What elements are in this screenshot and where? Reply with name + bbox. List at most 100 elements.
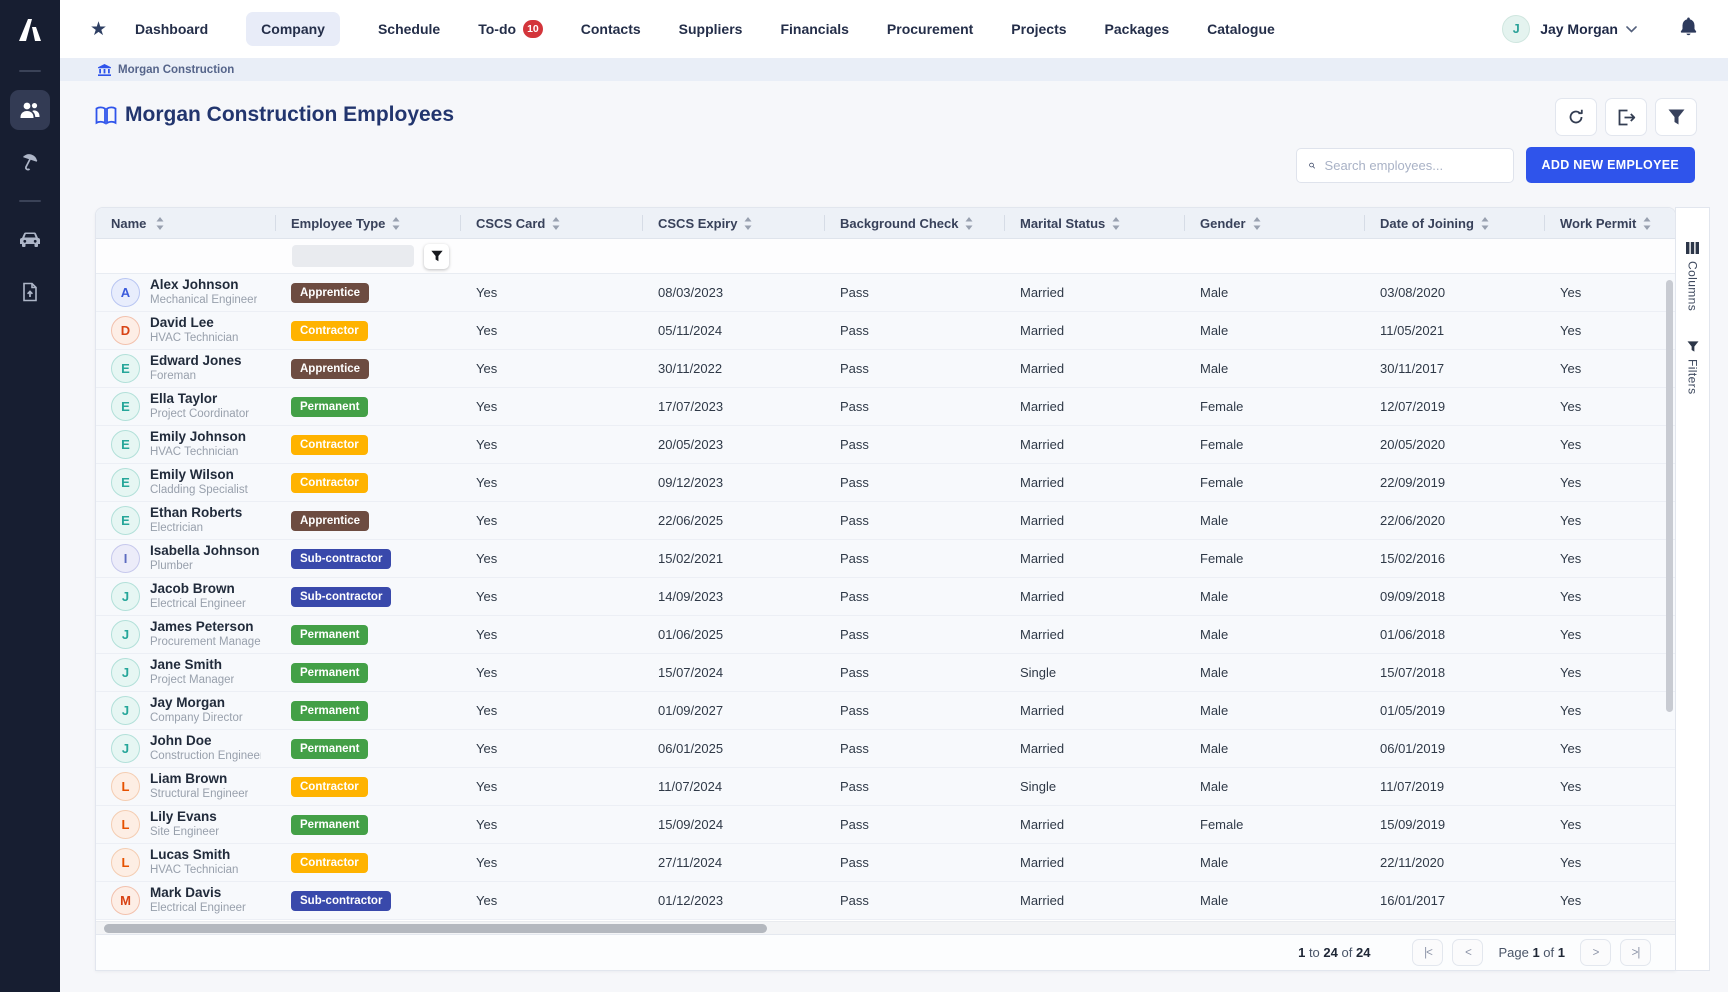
cell-cscs-card: Yes [461, 578, 643, 615]
sort-icon[interactable] [1112, 217, 1120, 230]
sidebar-item-insurance[interactable] [10, 142, 50, 182]
column-header-background-check[interactable]: Background Check [825, 208, 1005, 238]
column-header-cscs-expiry[interactable]: CSCS Expiry [643, 208, 825, 238]
user-menu[interactable]: J Jay Morgan [1502, 15, 1637, 43]
nav-tab-todo[interactable]: To-do 10 [478, 20, 543, 38]
cell-work-permit: Yes [1545, 426, 1675, 463]
columns-panel-tab[interactable]: Columns [1686, 242, 1700, 311]
table-row[interactable]: J Jacob Brown Electrical Engineer Sub-co… [96, 578, 1675, 616]
sort-icon[interactable] [1643, 217, 1651, 230]
grid-tool-panel: Columns Filters [1675, 207, 1710, 971]
sidebar-item-vehicles[interactable] [10, 220, 50, 260]
table-row[interactable]: E Edward Jones Foreman Apprentice Yes 30… [96, 350, 1675, 388]
cell-employee-type: Apprentice [276, 274, 461, 311]
last-page-button[interactable]: >| [1620, 939, 1651, 966]
table-row[interactable]: E Ella Taylor Project Coordinator Perman… [96, 388, 1675, 426]
filters-panel-tab[interactable]: Filters [1686, 341, 1700, 394]
cell-gender: Male [1185, 844, 1365, 881]
refresh-button[interactable] [1555, 98, 1597, 136]
column-header-name[interactable]: Name [96, 208, 276, 238]
sort-icon[interactable] [1481, 217, 1489, 230]
nav-tab-financials[interactable]: Financials [780, 21, 848, 37]
column-header-work-permit[interactable]: Work Permit [1545, 208, 1675, 238]
nav-tab-catalogue[interactable]: Catalogue [1207, 21, 1275, 37]
add-new-employee-button[interactable]: ADD NEW EMPLOYEE [1526, 147, 1695, 183]
nav-tab-schedule[interactable]: Schedule [378, 21, 440, 37]
sidebar-item-employees[interactable] [10, 90, 50, 130]
app-logo[interactable] [0, 0, 60, 58]
cell-cscs-card: Yes [461, 540, 643, 577]
export-button[interactable] [1605, 98, 1647, 136]
table-toolbar: ADD NEW EMPLOYEE [1296, 147, 1695, 183]
cell-name: M Mark Davis Electrical Engineer [96, 882, 276, 919]
table-row[interactable]: E Ethan Roberts Electrician Apprentice Y… [96, 502, 1675, 540]
nav-tab-contacts[interactable]: Contacts [581, 21, 641, 37]
table-row[interactable]: L Lucas Smith HVAC Technician Contractor… [96, 844, 1675, 882]
horizontal-scrollbar-thumb[interactable] [104, 924, 767, 933]
avatar: E [111, 506, 140, 535]
table-row[interactable]: D David Lee HVAC Technician Contractor Y… [96, 312, 1675, 350]
columns-icon [1686, 242, 1699, 254]
column-header-marital-status[interactable]: Marital Status [1005, 208, 1185, 238]
first-page-button[interactable]: |< [1412, 939, 1443, 966]
sort-icon[interactable] [392, 217, 400, 230]
nav-tab-company[interactable]: Company [246, 12, 340, 46]
nav-tab-packages[interactable]: Packages [1105, 21, 1170, 37]
employee-type-badge: Contractor [291, 435, 368, 455]
table-row[interactable]: L Lily Evans Site Engineer Permanent Yes… [96, 806, 1675, 844]
employee-role: HVAC Technician [150, 864, 238, 878]
breadcrumb-company-link[interactable]: Morgan Construction [118, 64, 234, 76]
column-header-date-of-joining[interactable]: Date of Joining [1365, 208, 1545, 238]
cell-cscs-card: Yes [461, 806, 643, 843]
cell-marital-status: Married [1005, 730, 1185, 767]
notifications-bell-icon[interactable] [1679, 16, 1698, 42]
cell-cscs-expiry: 11/07/2024 [643, 768, 825, 805]
cell-gender: Male [1185, 768, 1365, 805]
employee-type-filter-button[interactable] [424, 244, 449, 269]
cell-cscs-expiry: 17/07/2023 [643, 388, 825, 425]
cell-name: A Alex Johnson Mechanical Engineer [96, 274, 276, 311]
cell-background-check: Pass [825, 426, 1005, 463]
avatar: L [111, 848, 140, 877]
next-page-button[interactable]: > [1580, 939, 1611, 966]
avatar: J [111, 658, 140, 687]
column-header-gender[interactable]: Gender [1185, 208, 1365, 238]
table-row[interactable]: I Isabella Johnson Plumber Sub-contracto… [96, 540, 1675, 578]
cell-background-check: Pass [825, 882, 1005, 919]
sort-icon[interactable] [1253, 217, 1261, 230]
filter-button[interactable] [1655, 98, 1697, 136]
table-row[interactable]: J John Doe Construction Engineer Permane… [96, 730, 1675, 768]
column-header-cscs-card[interactable]: CSCS Card [461, 208, 643, 238]
cell-name: I Isabella Johnson Plumber [96, 540, 276, 577]
table-row[interactable]: E Emily Johnson HVAC Technician Contract… [96, 426, 1675, 464]
nav-tab-procurement[interactable]: Procurement [887, 21, 973, 37]
vertical-scrollbar-thumb[interactable] [1666, 280, 1673, 712]
sort-icon[interactable] [552, 217, 560, 230]
table-row[interactable]: A Alex Johnson Mechanical Engineer Appre… [96, 274, 1675, 312]
sort-icon[interactable] [965, 217, 973, 230]
sort-icon[interactable] [744, 217, 752, 230]
employee-type-filter-input[interactable] [292, 245, 414, 267]
cell-name: E Edward Jones Foreman [96, 350, 276, 387]
table-row[interactable]: J Jane Smith Project Manager Permanent Y… [96, 654, 1675, 692]
nav-tab-suppliers[interactable]: Suppliers [679, 21, 743, 37]
cell-date-of-joining: 30/11/2017 [1365, 350, 1545, 387]
nav-tab-projects[interactable]: Projects [1011, 21, 1066, 37]
sort-icon[interactable] [156, 217, 164, 230]
sidebar-item-documents[interactable] [10, 272, 50, 312]
column-header-employee-type[interactable]: Employee Type [276, 208, 461, 238]
table-row[interactable]: L Liam Brown Structural Engineer Contrac… [96, 768, 1675, 806]
favorite-star-icon[interactable]: ★ [90, 20, 107, 39]
nav-tab-dashboard[interactable]: Dashboard [135, 21, 208, 37]
table-row[interactable]: J James Peterson Procurement Manager Per… [96, 616, 1675, 654]
table-row[interactable]: M Mark Davis Electrical Engineer Sub-con… [96, 882, 1675, 920]
table-row[interactable]: E Emily Wilson Cladding Specialist Contr… [96, 464, 1675, 502]
page-total: 1 [1558, 945, 1565, 960]
previous-page-button[interactable]: < [1452, 939, 1483, 966]
cell-work-permit: Yes [1545, 616, 1675, 653]
cell-employee-type: Contractor [276, 426, 461, 463]
cell-background-check: Pass [825, 768, 1005, 805]
employee-type-badge: Permanent [291, 815, 368, 835]
table-row[interactable]: J Jay Morgan Company Director Permanent … [96, 692, 1675, 730]
search-input[interactable] [1325, 158, 1501, 173]
